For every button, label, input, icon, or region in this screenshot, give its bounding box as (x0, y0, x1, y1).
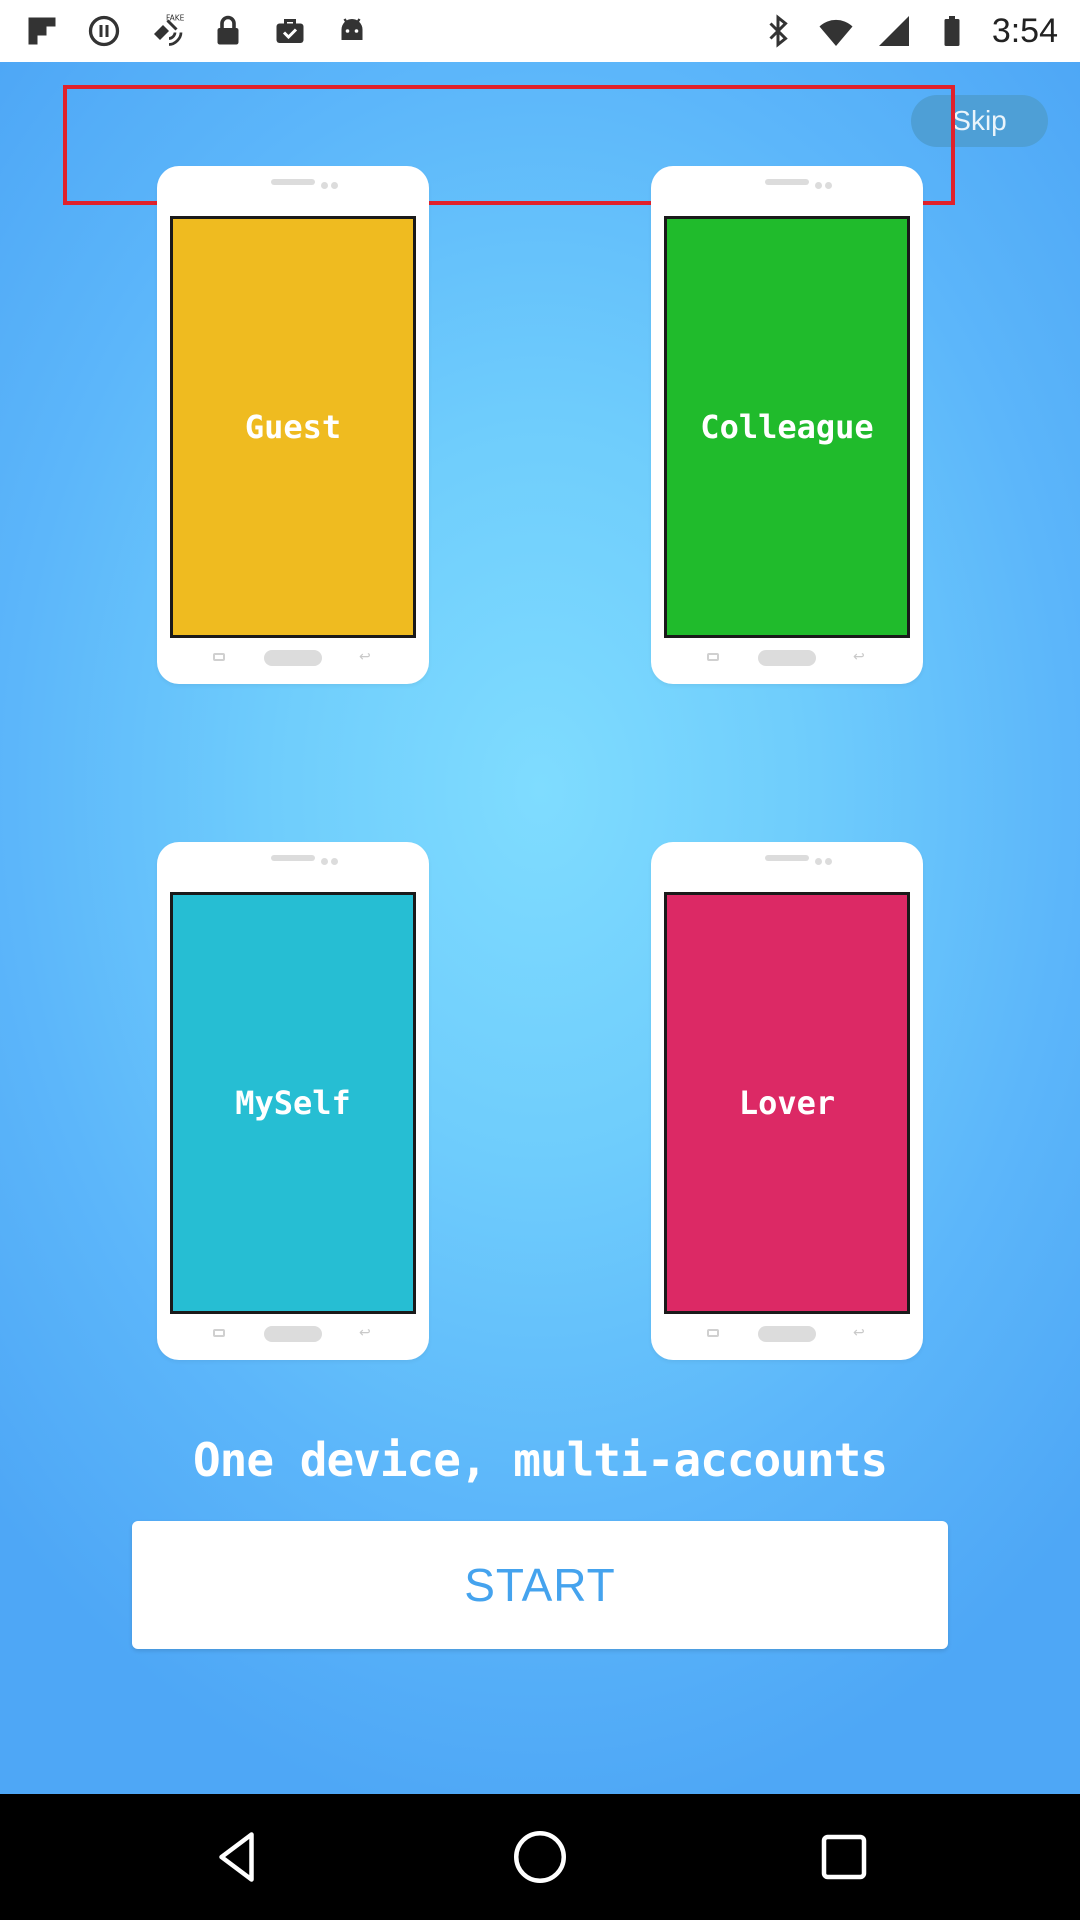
phone-recents-icon (213, 653, 225, 661)
phone-sensor-dot (321, 858, 328, 865)
back-icon[interactable] (206, 1824, 272, 1890)
phone-home-icon (758, 1326, 816, 1342)
start-button[interactable]: START (132, 1521, 948, 1649)
status-bar: FAKE 3:54 (0, 0, 1080, 62)
status-left-icons: FAKE (24, 0, 370, 62)
briefcase-check-icon (272, 13, 308, 49)
clock-time: 3:54 (991, 11, 1058, 50)
battery-icon (934, 13, 970, 49)
account-card-myself[interactable]: MySelf ↩ (157, 842, 429, 1360)
phone-sensor-dot (815, 182, 822, 189)
fake-gps-icon: FAKE (148, 13, 184, 49)
account-card-guest[interactable]: Guest ↩ (157, 166, 429, 684)
account-card-screen: MySelf (170, 892, 416, 1314)
account-card-label: MySelf (235, 1084, 351, 1122)
phone-recents-icon (213, 1329, 225, 1337)
bluetooth-icon (760, 13, 796, 49)
home-icon[interactable] (507, 1824, 573, 1890)
wifi-icon (818, 13, 854, 49)
phone-sensor-dot (825, 182, 832, 189)
phone-sensor-dot (815, 858, 822, 865)
account-card-label: Colleague (700, 408, 874, 446)
phone-recents-icon (707, 1329, 719, 1337)
phone-sensor-dot (331, 182, 338, 189)
account-card-lover[interactable]: Lover ↩ (651, 842, 923, 1360)
phone-speaker (765, 179, 809, 185)
recents-icon[interactable] (811, 1824, 877, 1890)
account-card-screen: Lover (664, 892, 910, 1314)
flipboard-icon (24, 13, 60, 49)
phone-sensor-dot (321, 182, 328, 189)
account-card-label: Lover (738, 1084, 836, 1122)
data-saver-icon (86, 13, 122, 49)
svg-text:FAKE: FAKE (166, 14, 184, 23)
status-right-icons: 3:54 (760, 0, 1058, 62)
phone-home-icon (264, 1326, 322, 1342)
account-card-colleague[interactable]: Colleague ↩ (651, 166, 923, 684)
phone-recents-icon (707, 653, 719, 661)
phone-back-icon: ↩ (853, 1325, 865, 1341)
phone-speaker (271, 179, 315, 185)
phone-back-icon: ↩ (359, 1325, 371, 1341)
phone-home-icon (758, 650, 816, 666)
phone-home-icon (264, 650, 322, 666)
phone-sensor-dot (825, 858, 832, 865)
tagline: One device, multi-accounts (192, 1433, 888, 1487)
phone-back-icon: ↩ (853, 649, 865, 665)
screen: FAKE 3:54 Skip Guest ↩ Colleague ↩ MySel… (0, 0, 1080, 1920)
signal-icon (876, 13, 912, 49)
skip-button[interactable]: Skip (911, 95, 1048, 147)
phone-back-icon: ↩ (359, 649, 371, 665)
navigation-bar (0, 1794, 1080, 1920)
account-card-screen: Colleague (664, 216, 910, 638)
account-card-screen: Guest (170, 216, 416, 638)
android-icon (334, 13, 370, 49)
phone-sensor-dot (331, 858, 338, 865)
lock-icon (210, 13, 246, 49)
phone-speaker (765, 855, 809, 861)
onboarding-screen: Skip Guest ↩ Colleague ↩ MySelf ↩ Lover … (0, 62, 1080, 1794)
phone-speaker (271, 855, 315, 861)
account-card-label: Guest (244, 408, 342, 446)
